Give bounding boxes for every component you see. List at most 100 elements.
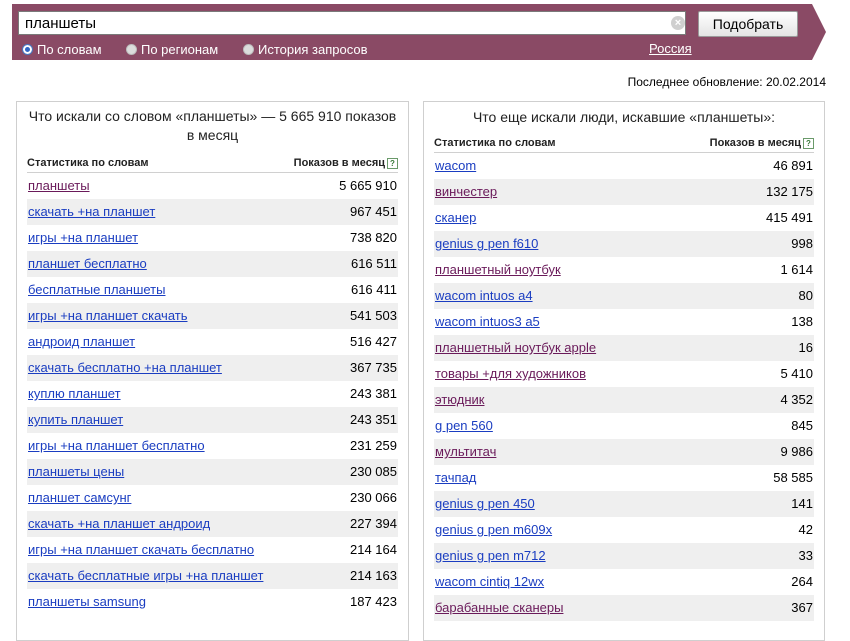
impressions-count: 141 — [791, 496, 813, 511]
radio-icon[interactable] — [126, 44, 137, 55]
table-row: планшетный ноутбук apple 16 — [434, 335, 814, 361]
mode-query-history[interactable]: История запросов — [243, 42, 368, 57]
keyword-link[interactable]: скачать +на планшет андроид — [28, 516, 210, 531]
related-keywords-panel: Что искали со словом «планшеты» — 5 665 … — [16, 101, 409, 641]
keyword-link[interactable]: wacom intuos3 a5 — [435, 314, 540, 329]
help-icon[interactable]: ? — [803, 138, 814, 149]
table-header: Статистика по словам Показов в месяц? — [434, 134, 814, 153]
table-row: мультитач 9 986 — [434, 439, 814, 465]
keyword-link[interactable]: игры +на планшет — [28, 230, 138, 245]
table-row: игры +на планшет 738 820 — [27, 225, 398, 251]
keyword-link[interactable]: wacom — [435, 158, 476, 173]
keyword-link[interactable]: планшетный ноутбук — [435, 262, 561, 277]
keyword-link[interactable]: куплю планшет — [28, 386, 121, 401]
keyword-link[interactable]: игры +на планшет бесплатно — [28, 438, 205, 453]
keyword-link[interactable]: сканер — [435, 210, 476, 225]
table-row: игры +на планшет скачать 541 503 — [27, 303, 398, 329]
radio-icon[interactable] — [243, 44, 254, 55]
table-row: тачпад 58 585 — [434, 465, 814, 491]
table-row: игры +на планшет бесплатно 231 259 — [27, 433, 398, 459]
impressions-count: 227 394 — [350, 516, 397, 531]
impressions-count: 516 427 — [350, 334, 397, 349]
table-row: планшетный ноутбук 1 614 — [434, 257, 814, 283]
keyword-link[interactable]: скачать бесплатно +на планшет — [28, 360, 222, 375]
panel-title: Что еще искали люди, искавшие «планшеты»… — [472, 109, 776, 125]
keyword-link[interactable]: wacom cintiq 12wx — [435, 574, 544, 589]
keyword-link[interactable]: планшетный ноутбук apple — [435, 340, 596, 355]
panel-title: Что искали со словом «планшеты» — 5 665 … — [28, 108, 397, 143]
keyword-link[interactable]: genius g pen m609x — [435, 522, 552, 537]
help-icon[interactable]: ? — [387, 158, 398, 169]
column-header-count-label: Показов в месяц — [709, 137, 801, 149]
table-row: андроид планшет 516 427 — [27, 329, 398, 355]
search-input[interactable] — [18, 11, 686, 35]
table-row: сканер 415 491 — [434, 205, 814, 231]
keyword-link[interactable]: этюдник — [435, 392, 484, 407]
keyword-link[interactable]: планшет бесплатно — [28, 256, 147, 271]
keyword-link[interactable]: мультитач — [435, 444, 496, 459]
impressions-count: 616 511 — [350, 256, 397, 271]
keyword-link[interactable]: genius g pen f610 — [435, 236, 538, 251]
keyword-link[interactable]: андроид планшет — [28, 334, 135, 349]
mode-by-words[interactable]: По словам — [22, 42, 102, 57]
impressions-count: 264 — [791, 574, 813, 589]
table-row: genius g pen m609x 42 — [434, 517, 814, 543]
keyword-link[interactable]: планшеты — [28, 178, 90, 193]
keyword-link[interactable]: товары +для художников — [435, 366, 586, 381]
impressions-count: 58 585 — [773, 470, 813, 485]
keyword-link[interactable]: бесплатные планшеты — [28, 282, 165, 297]
impressions-count: 230 085 — [350, 464, 397, 479]
impressions-count: 46 891 — [773, 158, 813, 173]
table-row: этюдник 4 352 — [434, 387, 814, 413]
keyword-link[interactable]: игры +на планшет скачать бесплатно — [28, 542, 254, 557]
keyword-link[interactable]: g pen 560 — [435, 418, 493, 433]
clear-icon[interactable]: × — [671, 16, 685, 30]
keyword-link[interactable]: genius g pen m712 — [435, 548, 546, 563]
impressions-count: 541 503 — [350, 308, 397, 323]
region-link[interactable]: Россия — [649, 41, 692, 56]
keyword-link[interactable]: купить планшет — [28, 412, 123, 427]
impressions-count: 138 — [791, 314, 813, 329]
keyword-link[interactable]: игры +на планшет скачать — [28, 308, 188, 323]
table-row: игры +на планшет скачать бесплатно 214 16… — [27, 537, 398, 563]
keyword-link[interactable]: планшеты цены — [28, 464, 124, 479]
keyword-link[interactable]: wacom intuos a4 — [435, 288, 533, 303]
also-searched-panel: Что еще искали люди, искавшие «планшеты»… — [423, 101, 825, 641]
impressions-count: 187 423 — [350, 594, 397, 609]
keyword-link[interactable]: скачать +на планшет — [28, 204, 155, 219]
impressions-count: 738 820 — [350, 230, 397, 245]
column-header-keyword: Статистика по словам — [434, 137, 556, 149]
impressions-count: 243 351 — [350, 412, 397, 427]
mode-by-regions[interactable]: По регионам — [126, 42, 218, 57]
column-header-keyword: Статистика по словам — [27, 157, 149, 169]
table-row: винчестер 132 175 — [434, 179, 814, 205]
table-row: wacom intuos a4 80 — [434, 283, 814, 309]
table-row: скачать +на планшет 967 451 — [27, 199, 398, 225]
keyword-link[interactable]: планшеты samsung — [28, 594, 146, 609]
impressions-count: 132 175 — [766, 184, 813, 199]
mode-label: По словам — [37, 42, 102, 57]
keyword-link[interactable]: тачпад — [435, 470, 476, 485]
radio-selected-icon[interactable] — [22, 44, 33, 55]
keyword-link[interactable]: планшет самсунг — [28, 490, 131, 505]
keyword-link[interactable]: винчестер — [435, 184, 497, 199]
impressions-count: 16 — [798, 340, 813, 355]
keyword-link[interactable]: барабанные сканеры — [435, 600, 563, 615]
table-row: скачать +на планшет андроид 227 394 — [27, 511, 398, 537]
impressions-count: 616 411 — [350, 282, 397, 297]
table-row: скачать бесплатно +на планшет 367 735 — [27, 355, 398, 381]
keyword-link[interactable]: скачать бесплатные игры +на планшет — [28, 568, 263, 583]
impressions-count: 214 164 — [350, 542, 397, 557]
submit-button[interactable]: Подобрать — [698, 11, 798, 37]
table-row: планшеты samsung 187 423 — [27, 589, 398, 615]
impressions-count: 230 066 — [350, 490, 397, 505]
table-row: genius g pen f610 998 — [434, 231, 814, 257]
search-bar-arrow — [812, 4, 826, 60]
keyword-link[interactable]: genius g pen 450 — [435, 496, 535, 511]
table-row: wacom cintiq 12wx 264 — [434, 569, 814, 595]
keyword-list: планшеты 5 665 910 скачать +на планшет 967 … — [27, 173, 398, 615]
impressions-count: 33 — [798, 548, 813, 563]
impressions-count: 998 — [791, 236, 813, 251]
impressions-count: 367 735 — [350, 360, 397, 375]
impressions-count: 80 — [798, 288, 813, 303]
